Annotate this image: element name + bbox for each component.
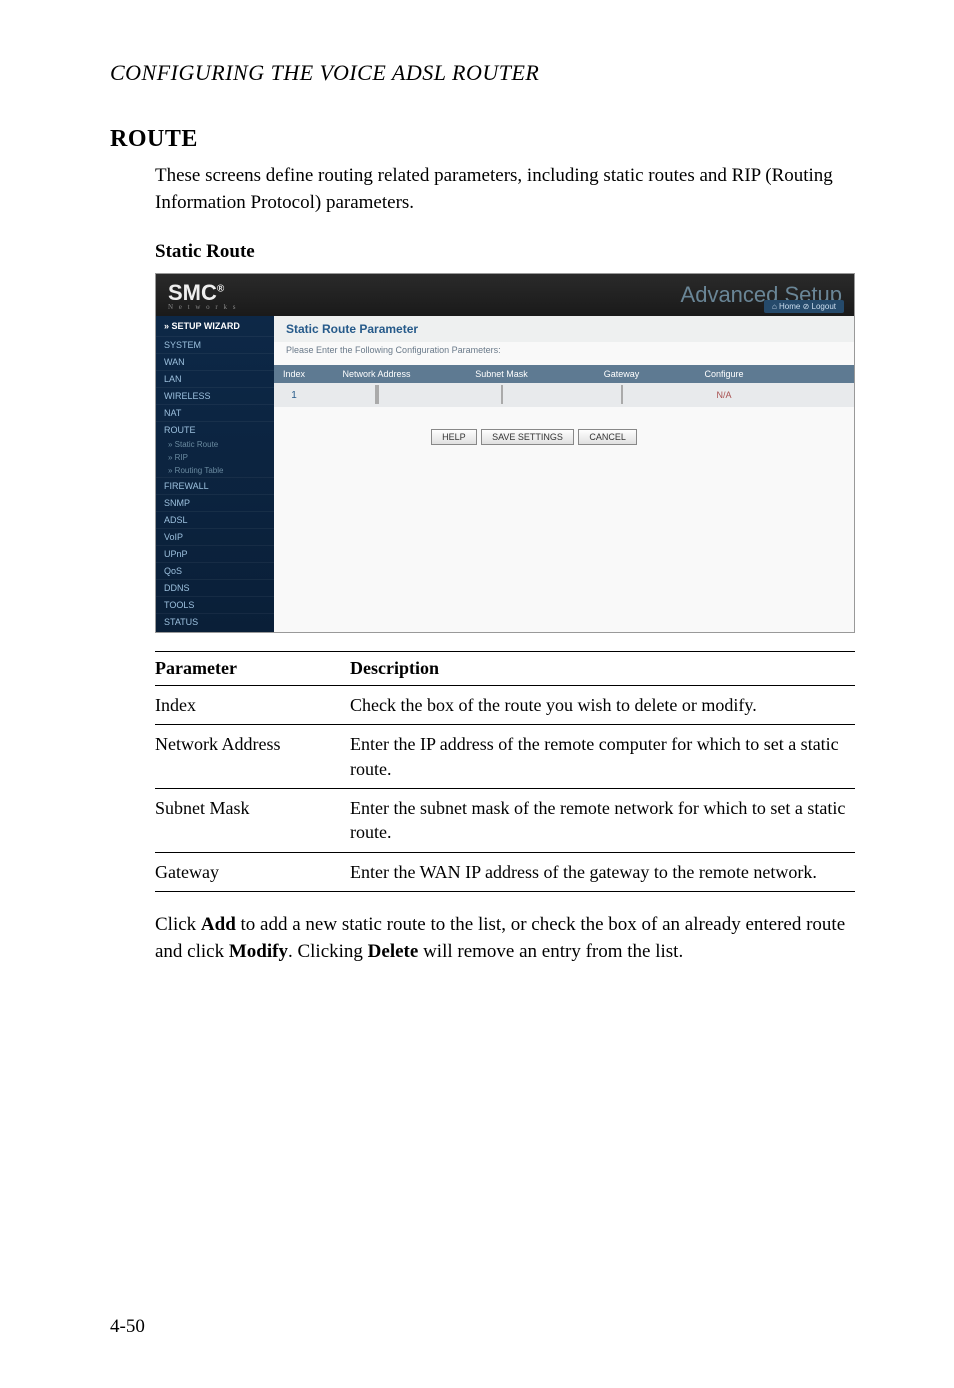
param-cell: Index xyxy=(155,686,350,725)
param-table-header-row: Parameter Description xyxy=(155,652,855,686)
button-row: HELP SAVE SETTINGS CANCEL xyxy=(274,427,854,445)
row1-network-address-cell xyxy=(314,386,439,404)
desc-cell: Enter the IP address of the remote compu… xyxy=(350,725,855,789)
desc-header: Description xyxy=(350,652,855,686)
col-index: Index xyxy=(274,369,314,379)
row1-subnet-mask-cell xyxy=(439,386,564,404)
closing-bold-modify: Modify xyxy=(229,941,288,962)
parameter-table: Parameter Description Index Check the bo… xyxy=(155,651,855,892)
table-row: Index Check the box of the route you wis… xyxy=(155,686,855,725)
nav-ddns[interactable]: DDNS xyxy=(156,579,274,596)
param-header: Parameter xyxy=(155,652,350,686)
nav-lan[interactable]: LAN xyxy=(156,370,274,387)
param-cell: Network Address xyxy=(155,725,350,789)
logo-reg: ® xyxy=(217,283,224,294)
col-gateway: Gateway xyxy=(564,369,679,379)
closing-bold-add: Add xyxy=(201,914,236,935)
logo-subtext: N e t w o r k s xyxy=(168,303,237,311)
nav-upnp[interactable]: UPnP xyxy=(156,545,274,562)
screenshot-header-bar: SMC® N e t w o r k s Advanced Setup ⌂ Ho… xyxy=(156,274,854,316)
col-network-address: Network Address xyxy=(314,369,439,379)
screenshot-main: Static Route Parameter Please Enter the … xyxy=(274,316,854,632)
table-row: Subnet Mask Enter the subnet mask of the… xyxy=(155,789,855,853)
subsection-title: Static Route xyxy=(155,241,864,263)
page-number: 4-50 xyxy=(110,1316,145,1338)
home-icon[interactable]: ⌂ xyxy=(772,302,779,311)
main-panel-title: Static Route Parameter xyxy=(274,316,854,342)
logout-icon[interactable]: ⊘ xyxy=(803,302,812,311)
network-address-input-b[interactable] xyxy=(377,385,379,404)
desc-cell: Enter the WAN IP address of the gateway … xyxy=(350,852,855,891)
closing-paragraph: Click Add to add a new static route to t… xyxy=(155,912,864,965)
nav-rip[interactable]: » RIP xyxy=(156,451,274,464)
smc-logo: SMC® xyxy=(168,280,224,305)
screenshot-body: » SETUP WIZARD SYSTEM WAN LAN WIRELESS N… xyxy=(156,316,854,632)
nav-system[interactable]: SYSTEM xyxy=(156,336,274,353)
closing-post: will remove an entry from the list. xyxy=(418,941,683,962)
closing-pre1: Click xyxy=(155,914,201,935)
row1-gateway-cell xyxy=(564,386,679,404)
gateway-input[interactable] xyxy=(621,385,623,404)
row1-index: 1 xyxy=(274,390,314,401)
page-header: CONFIGURING THE VOICE ADSL ROUTER xyxy=(110,60,864,86)
desc-cell: Check the box of the route you wish to d… xyxy=(350,686,855,725)
nav-status[interactable]: STATUS xyxy=(156,613,274,630)
nav-adsl[interactable]: ADSL xyxy=(156,511,274,528)
closing-mid2: . Clicking xyxy=(288,941,368,962)
subnet-mask-input[interactable] xyxy=(501,385,503,404)
nav-wan[interactable]: WAN xyxy=(156,353,274,370)
router-screenshot: SMC® N e t w o r k s Advanced Setup ⌂ Ho… xyxy=(155,273,855,633)
nav-voip[interactable]: VoIP xyxy=(156,528,274,545)
nav-nat[interactable]: NAT xyxy=(156,404,274,421)
nav-firewall[interactable]: FIREWALL xyxy=(156,477,274,494)
nav-snmp[interactable]: SNMP xyxy=(156,494,274,511)
config-table-header: Index Network Address Subnet Mask Gatewa… xyxy=(274,365,854,383)
help-button[interactable]: HELP xyxy=(431,429,477,445)
section-title: ROUTE xyxy=(110,126,864,153)
header-text: CONFIGURING THE VOICE ADSL ROUTER xyxy=(110,60,539,85)
main-panel-subtitle: Please Enter the Following Configuration… xyxy=(274,342,854,365)
table-row: Gateway Enter the WAN IP address of the … xyxy=(155,852,855,891)
row1-configure: N/A xyxy=(679,390,769,400)
nav-tools[interactable]: TOOLS xyxy=(156,596,274,613)
nav-route[interactable]: ROUTE xyxy=(156,421,274,438)
desc-cell: Enter the subnet mask of the remote netw… xyxy=(350,789,855,853)
nav-wireless[interactable]: WIRELESS xyxy=(156,387,274,404)
save-settings-button[interactable]: SAVE SETTINGS xyxy=(481,429,574,445)
param-cell: Gateway xyxy=(155,852,350,891)
nav-qos[interactable]: QoS xyxy=(156,562,274,579)
logo-block: SMC® N e t w o r k s xyxy=(168,280,237,311)
nav-routing-table[interactable]: » Routing Table xyxy=(156,464,274,477)
config-row-1: 1 N/A xyxy=(274,383,854,407)
param-cell: Subnet Mask xyxy=(155,789,350,853)
logout-link[interactable]: Logout xyxy=(812,302,836,311)
table-row: Network Address Enter the IP address of … xyxy=(155,725,855,789)
col-configure: Configure xyxy=(679,369,769,379)
sidebar-nav: » SETUP WIZARD SYSTEM WAN LAN WIRELESS N… xyxy=(156,316,274,632)
setup-wizard-link[interactable]: » SETUP WIZARD xyxy=(156,316,274,336)
nav-static-route[interactable]: » Static Route xyxy=(156,438,274,451)
home-link[interactable]: Home xyxy=(779,302,800,311)
cancel-button[interactable]: CANCEL xyxy=(578,429,637,445)
logo-text: SMC xyxy=(168,280,217,305)
closing-bold-delete: Delete xyxy=(368,941,419,962)
top-links: ⌂ Home ⊘ Logout xyxy=(764,300,844,313)
col-subnet-mask: Subnet Mask xyxy=(439,369,564,379)
intro-paragraph: These screens define routing related par… xyxy=(155,163,864,216)
